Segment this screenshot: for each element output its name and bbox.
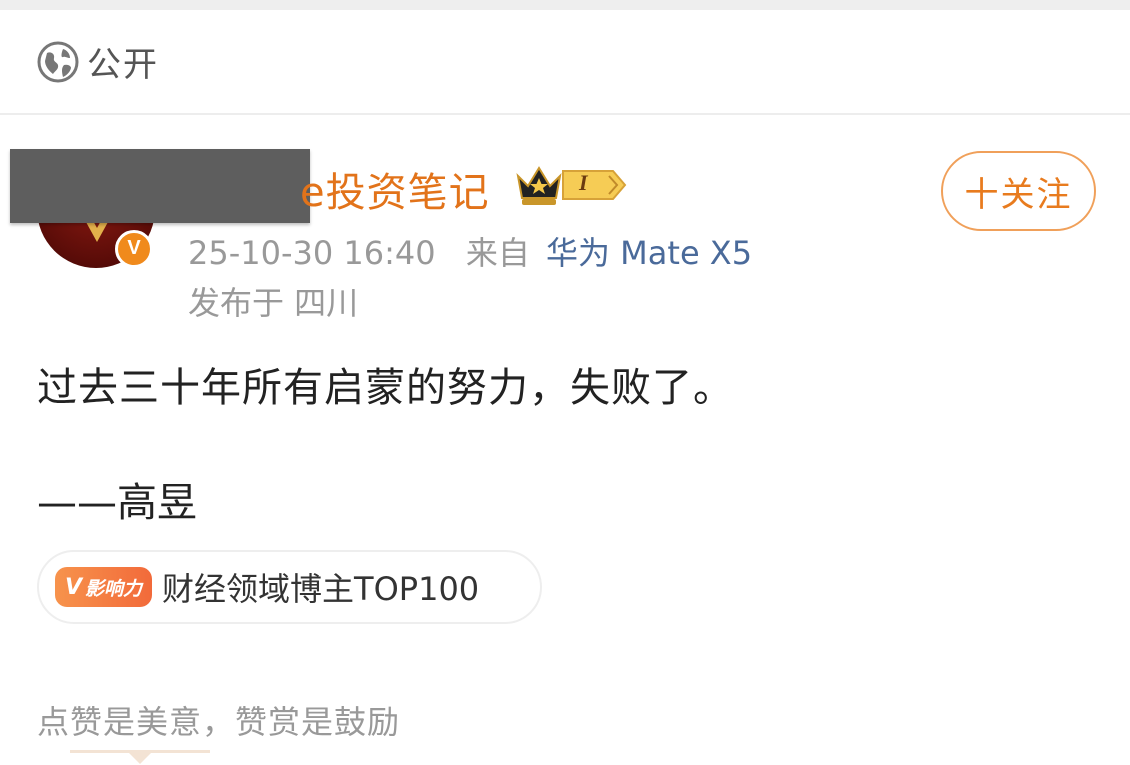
visibility-label: 公开 (87, 45, 159, 85)
level-badge-shape (562, 170, 627, 200)
crown-icon (516, 166, 562, 205)
influence-tag-label: 财经领域博主TOP100 (162, 570, 480, 608)
level-badge: I (561, 168, 627, 202)
level-badge-text: I (579, 170, 588, 195)
redaction-block (10, 149, 310, 223)
post-from-label: 来自 (465, 234, 530, 272)
visibility-bar[interactable]: 公开 (0, 10, 1130, 115)
influence-tag[interactable]: V 影响力 财经领域博主TOP100 (37, 550, 542, 624)
post-body: 过去三十年所有启蒙的努力，失败了。 (37, 365, 734, 411)
post-location: 发布于 四川 (188, 284, 359, 322)
follow-button[interactable]: 十关注 (941, 151, 1096, 231)
globe-icon (37, 41, 79, 82)
post-device-link[interactable]: 华为 Mate X5 (546, 234, 752, 272)
post-timestamp: 25-10-30 16:40 (188, 234, 436, 272)
post-quote-author: ——高昱 (37, 480, 197, 526)
influence-pill-label: 影响力 (85, 577, 143, 600)
reward-caret-icon (128, 752, 152, 764)
reward-text: 点赞是美意，赞赏是鼓励 (37, 703, 401, 741)
influence-pill: V 影响力 (55, 567, 153, 607)
verified-badge-icon: V (115, 230, 153, 268)
top-strip (0, 0, 1130, 10)
influence-v-icon: V (65, 574, 83, 600)
post-meta: 25-10-30 16:40 来自 华为 Mate X5 (188, 228, 752, 274)
author-name[interactable]: e投资笔记 (300, 160, 490, 218)
